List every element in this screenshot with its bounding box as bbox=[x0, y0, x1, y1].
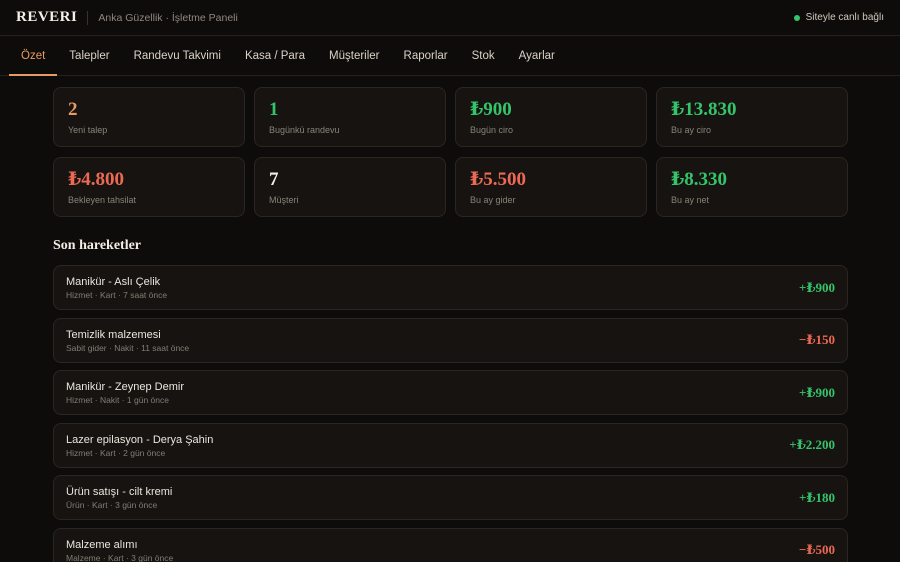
transaction-title: Manikür - Aslı Çelik bbox=[66, 276, 161, 288]
transaction-info: Ürün satışı - cilt kremi Ürün · Kart · 3… bbox=[66, 485, 799, 510]
stat-label: Bu ay ciro bbox=[671, 125, 712, 135]
stat-card-today-revenue[interactable]: ₺900 Bugün ciro bbox=[455, 87, 647, 147]
stat-card-customers[interactable]: 7 Müşteri bbox=[254, 157, 446, 217]
stat-label: Bugünkü randevu bbox=[269, 125, 340, 135]
stat-value: ₺4.800 bbox=[68, 169, 124, 190]
stat-label: Müşteri bbox=[269, 195, 299, 205]
transaction-row[interactable]: Malzeme alımı Malzeme · Kart · 3 gün önc… bbox=[53, 527, 848, 562]
transaction-meta: Ürün · Kart · 3 gün önce bbox=[66, 500, 158, 510]
transaction-row[interactable]: Ürün satışı - cilt kremi Ürün · Kart · 3… bbox=[53, 475, 848, 520]
stat-card-month-expense[interactable]: ₺5.500 Bu ay gider bbox=[455, 157, 647, 217]
transaction-meta: Hizmet · Nakit · 1 gün önce bbox=[66, 395, 169, 405]
brand-logo[interactable]: REVERI bbox=[16, 9, 77, 26]
tab-talepler[interactable]: Talepler bbox=[57, 36, 121, 75]
transaction-amount: +₺180 bbox=[799, 489, 835, 505]
stat-label: Bekleyen tahsilat bbox=[68, 195, 137, 205]
tab-ayarlar[interactable]: Ayarlar bbox=[507, 36, 567, 75]
transaction-title: Ürün satışı - cilt kremi bbox=[66, 486, 173, 498]
transaction-info: Lazer epilasyon - Derya Şahin Hizmet · K… bbox=[66, 433, 789, 458]
transaction-meta: Hizmet · Kart · 2 gün önce bbox=[66, 447, 166, 458]
stat-card-pending-collection[interactable]: ₺4.800 Bekleyen tahsilat bbox=[53, 157, 245, 217]
business-name: Anka Güzellik · İşletme Paneli bbox=[98, 11, 238, 24]
stat-card-month-revenue[interactable]: ₺13.830 Bu ay ciro bbox=[656, 87, 848, 147]
transaction-title: Manikür - Zeynep Demir bbox=[66, 381, 184, 393]
tab-raporlar[interactable]: Raporlar bbox=[392, 36, 460, 75]
transaction-row[interactable]: Manikür - Aslı Çelik Hizmet · Kart · 7 s… bbox=[53, 265, 848, 310]
transaction-info: Manikür - Aslı Çelik Hizmet · Kart · 7 s… bbox=[66, 275, 799, 300]
transaction-meta: Hizmet · Kart · 7 saat önce bbox=[66, 290, 168, 300]
transaction-amount: +₺900 bbox=[799, 279, 835, 295]
main-tabs: Özet Talepler Randevu Takvimi Kasa / Par… bbox=[0, 36, 900, 76]
transaction-amount: +₺900 bbox=[799, 384, 835, 400]
transaction-list: Manikür - Aslı Çelik Hizmet · Kart · 7 s… bbox=[53, 265, 848, 562]
tab-stok[interactable]: Stok bbox=[460, 36, 507, 75]
transaction-amount: −₺150 bbox=[799, 332, 835, 347]
stat-value: 7 bbox=[269, 169, 279, 190]
summary-content: 2 Yeni talep 1 Bugünkü randevu ₺900 Bugü… bbox=[53, 87, 848, 562]
stat-value: ₺13.830 bbox=[671, 99, 737, 120]
brand-divider bbox=[87, 10, 89, 25]
transaction-row[interactable]: Temizlik malzemesi Sabit gider · Nakit ·… bbox=[53, 317, 848, 363]
transaction-row[interactable]: Lazer epilasyon - Derya Şahin Hizmet · K… bbox=[53, 422, 848, 468]
transaction-meta: Malzeme · Kart · 3 gün önce bbox=[66, 552, 174, 562]
stat-value: 2 bbox=[68, 99, 78, 120]
tab-randevu-takvimi[interactable]: Randevu Takvimi bbox=[122, 36, 233, 75]
stat-card-month-net[interactable]: ₺8.330 Bu ay net bbox=[656, 157, 848, 217]
stat-card-new-requests[interactable]: 2 Yeni talep bbox=[53, 87, 245, 147]
transaction-amount: −₺500 bbox=[799, 542, 835, 557]
transaction-title: Temizlik malzemesi bbox=[66, 328, 161, 341]
recent-transactions-title: Son hareketler bbox=[53, 238, 142, 253]
stat-value: ₺5.500 bbox=[470, 169, 526, 190]
status-dot-icon bbox=[793, 14, 800, 21]
stat-value: ₺8.330 bbox=[671, 169, 727, 190]
transaction-title: Malzeme alımı bbox=[66, 538, 138, 551]
transaction-info: Manikür - Zeynep Demir Hizmet · Nakit · … bbox=[66, 380, 799, 405]
tab-ozet[interactable]: Özet bbox=[9, 36, 58, 76]
stat-label: Bu ay net bbox=[671, 195, 710, 205]
tab-musteriler[interactable]: Müşteriler bbox=[317, 36, 391, 75]
transaction-info: Malzeme alımı Malzeme · Kart · 3 gün önc… bbox=[66, 538, 799, 562]
tab-kasa-para[interactable]: Kasa / Para bbox=[233, 36, 317, 75]
stat-cards: 2 Yeni talep 1 Bugünkü randevu ₺900 Bugü… bbox=[53, 87, 848, 217]
transaction-meta: Sabit gider · Nakit · 11 saat önce bbox=[66, 342, 190, 353]
live-status: Siteyle canlı bağlı bbox=[793, 12, 884, 23]
transaction-title: Lazer epilasyon - Derya Şahin bbox=[66, 433, 214, 446]
transaction-info: Temizlik malzemesi Sabit gider · Nakit ·… bbox=[66, 328, 799, 353]
transaction-amount: +₺2.200 bbox=[789, 437, 835, 452]
stat-card-todays-appointments[interactable]: 1 Bugünkü randevu bbox=[254, 87, 446, 147]
stat-label: Bu ay gider bbox=[470, 195, 516, 205]
top-bar: REVERI Anka Güzellik · İşletme Paneli Si… bbox=[0, 0, 900, 36]
stat-value: ₺900 bbox=[470, 99, 512, 120]
transaction-row[interactable]: Manikür - Zeynep Demir Hizmet · Nakit · … bbox=[53, 370, 848, 415]
stat-label: Bugün ciro bbox=[470, 125, 514, 135]
stat-label: Yeni talep bbox=[68, 125, 108, 135]
live-status-label: Siteyle canlı bağlı bbox=[805, 12, 884, 23]
stat-value: 1 bbox=[269, 99, 279, 120]
